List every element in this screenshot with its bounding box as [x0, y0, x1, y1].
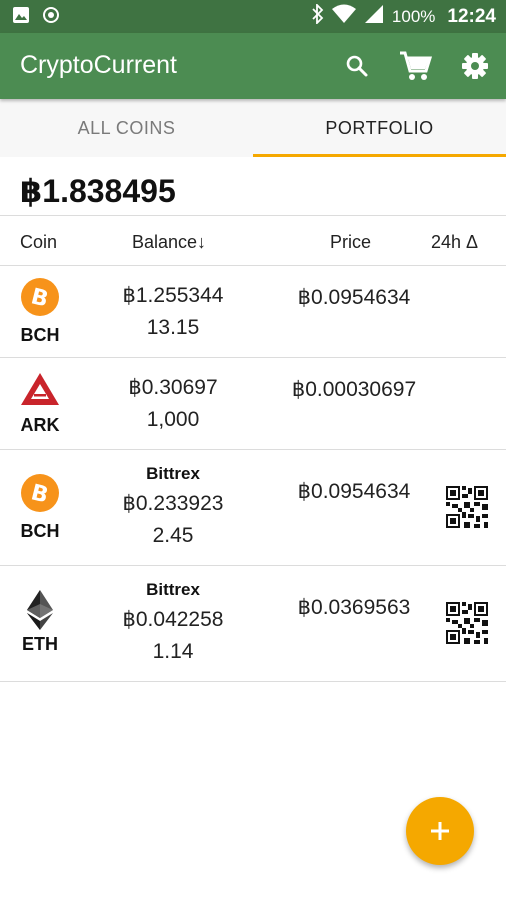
coin-symbol: ARK: [20, 415, 60, 435]
coin-symbol: BCH: [20, 521, 60, 541]
search-button[interactable]: [340, 49, 374, 83]
shopping-cart-icon: [400, 51, 432, 80]
status-bar: 100% 12:24: [0, 0, 506, 33]
gear-icon: [462, 53, 488, 79]
holding-row[interactable]: ETH Bittrex ฿0.042258 1.14 ฿0.0369563: [0, 566, 506, 681]
price-column-header[interactable]: Price: [330, 232, 371, 253]
qr-code-icon[interactable]: [446, 486, 488, 528]
coin-cell: ARK: [16, 372, 64, 436]
tab-all-coins[interactable]: ALL COINS: [0, 99, 253, 157]
tab-bar: ALL COINS PORTFOLIO: [0, 99, 506, 157]
tab-portfolio[interactable]: PORTFOLIO: [253, 99, 506, 157]
image-notification-icon: [12, 6, 30, 29]
add-coin-button[interactable]: [406, 797, 474, 865]
portfolio-total: ฿1.838495: [20, 173, 176, 209]
app-bar: CryptoCurrent: [0, 33, 506, 99]
exchange-label: Bittrex: [146, 464, 200, 483]
balance-cell: Bittrex ฿0.042258 1.14: [100, 580, 246, 668]
balance-cell: ฿1.255344 13.15: [100, 280, 246, 344]
search-icon: [346, 55, 368, 77]
divider: [0, 215, 506, 216]
balance-column-header[interactable]: Balance↓: [132, 232, 206, 253]
bitcoin-cash-icon: B: [21, 278, 59, 316]
coin-symbol: ETH: [22, 634, 58, 654]
settings-button[interactable]: [458, 49, 492, 83]
bitcoin-cash-icon: B: [21, 474, 59, 512]
exchange-label: Bittrex: [146, 580, 200, 599]
ethereum-icon: [27, 590, 53, 630]
coin-cell: ETH: [16, 590, 64, 655]
btc-balance: ฿1.255344: [122, 284, 224, 307]
price-cell: ฿0.0369563: [297, 596, 411, 619]
signal-icon: [364, 4, 384, 29]
qr-code-icon[interactable]: [446, 602, 488, 644]
holding-row[interactable]: ARK ฿0.30697 1,000 ฿0.00030697: [0, 358, 506, 449]
coin-symbol: BCH: [20, 325, 60, 345]
btc-balance: ฿0.30697: [128, 376, 218, 399]
balance-cell: Bittrex ฿0.233923 2.45: [100, 464, 246, 552]
wifi-icon: [331, 4, 356, 29]
cart-button[interactable]: [398, 49, 432, 83]
coin-amount: 13.15: [146, 316, 200, 339]
price-cell: ฿0.0954634: [297, 286, 411, 309]
holding-row[interactable]: B BCH ฿1.255344 13.15 ฿0.0954634: [0, 266, 506, 357]
btc-balance: ฿0.233923: [122, 492, 224, 515]
price-cell: ฿0.00030697: [291, 378, 417, 401]
coin-cell: B BCH: [16, 278, 64, 346]
record-notification-icon: [42, 6, 60, 29]
holding-row[interactable]: B BCH Bittrex ฿0.233923 2.45 ฿0.0954634: [0, 450, 506, 565]
coin-column-header[interactable]: Coin: [20, 232, 57, 253]
price-cell: ฿0.0954634: [297, 480, 411, 503]
battery-level: 100%: [391, 6, 436, 26]
balance-cell: ฿0.30697 1,000: [100, 372, 246, 436]
clock: 12:24: [447, 5, 496, 27]
app-title: CryptoCurrent: [20, 51, 177, 79]
divider: [0, 681, 506, 682]
change-column-header[interactable]: 24h Δ: [431, 232, 478, 253]
column-header: Coin Balance↓ Price 24h Δ: [0, 217, 506, 265]
coin-cell: B BCH: [16, 474, 64, 542]
coin-amount: 1,000: [146, 408, 200, 431]
coin-amount: 2.45: [152, 524, 194, 547]
coin-amount: 1.14: [152, 640, 194, 663]
plus-icon: [431, 822, 449, 840]
ark-icon: [21, 373, 59, 405]
bluetooth-icon: [312, 2, 324, 29]
btc-balance: ฿0.042258: [122, 608, 224, 631]
